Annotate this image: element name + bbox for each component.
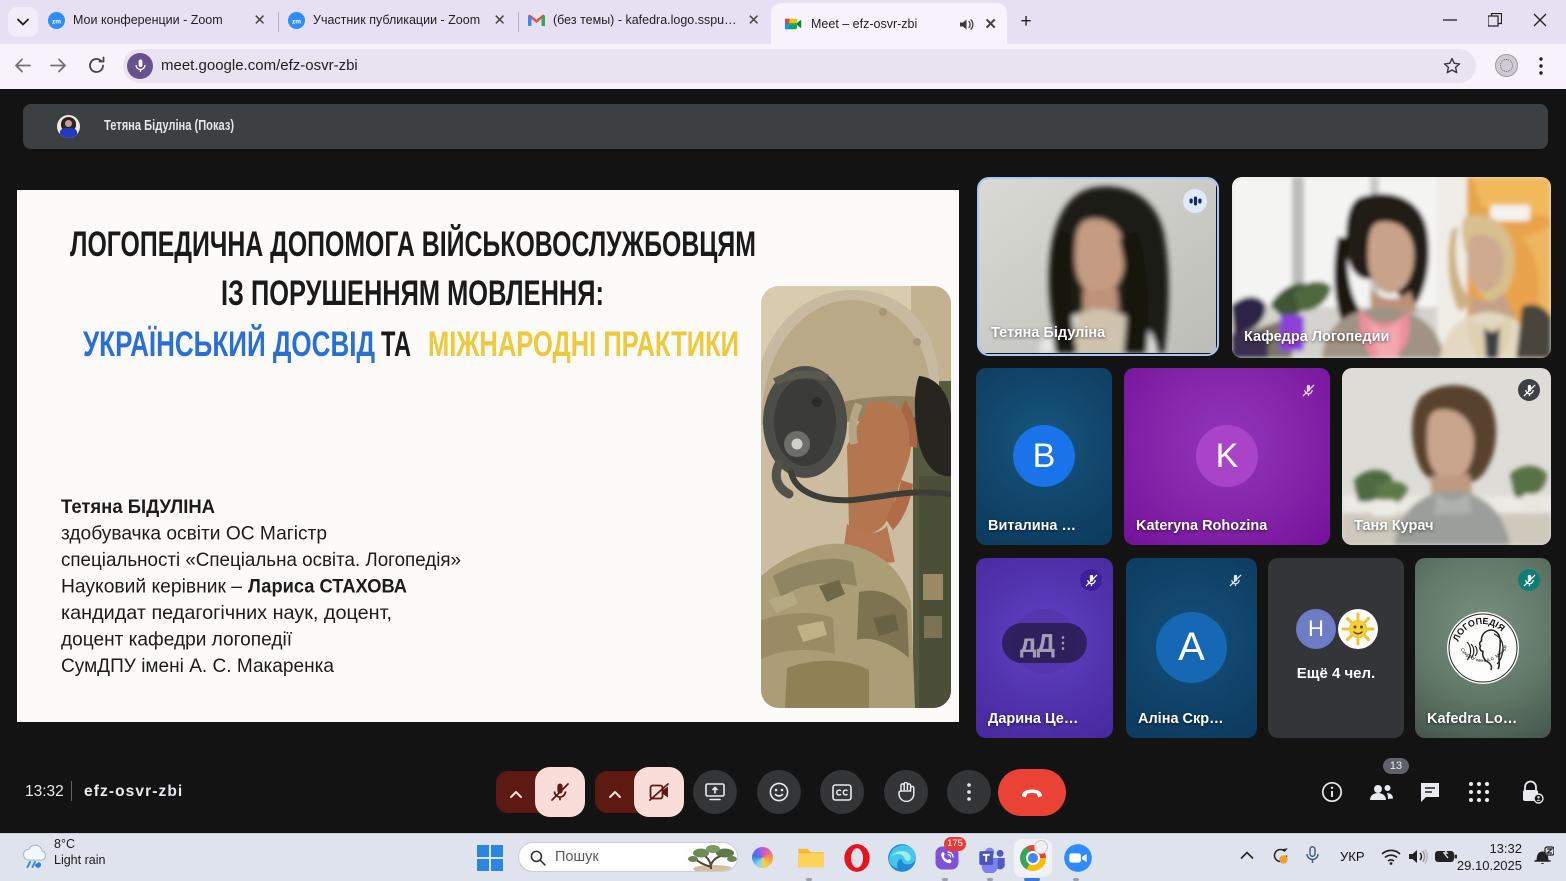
svg-text:УКРАЇНСЬКИЙ ДОСВІД: УКРАЇНСЬКИЙ ДОСВІД xyxy=(83,324,375,364)
svg-text:МІЖНАРОДНІ ПРАКТИКИ: МІЖНАРОДНІ ПРАКТИКИ xyxy=(428,325,739,364)
svg-text:zm: zm xyxy=(52,18,61,25)
svg-text:ІЗ ПОРУШЕННЯМ МОВЛЕННЯ:: ІЗ ПОРУШЕННЯМ МОВЛЕННЯ: xyxy=(221,274,604,313)
svg-text:Тетяна БІДУЛІНА: Тетяна БІДУЛІНА xyxy=(61,496,215,518)
svg-text:здобувачка освіти ОС Магістр: здобувачка освіти ОС Магістр xyxy=(61,523,327,545)
svg-text:Науковий керівник –: Науковий керівник – xyxy=(61,576,242,598)
svg-text:zm: zm xyxy=(292,18,301,25)
svg-text:СумДПУ імені А. С. Макаренка: СумДПУ імені А. С. Макаренка xyxy=(61,655,334,677)
svg-text:кандидат педагогічних наук, до: кандидат педагогічних наук, доцент, xyxy=(61,602,392,624)
svg-text:ЛОГОПЕДИЧНА ДОПОМОГА ВІЙСЬКОВО: ЛОГОПЕДИЧНА ДОПОМОГА ВІЙСЬКОВОСЛУЖБОВЦЯМ xyxy=(70,224,756,264)
svg-text:ТА: ТА xyxy=(381,325,411,364)
svg-text:спеціальності «Спеціальна осві: спеціальності «Спеціальна освіта. Логопе… xyxy=(61,549,461,571)
svg-text:ЛОГОПЕДІЯ: ЛОГОПЕДІЯ xyxy=(1451,616,1507,643)
svg-text:доцент кафедри логопедії: доцент кафедри логопедії xyxy=(61,629,293,651)
svg-text:Лариса СТАХОВА: Лариса СТАХОВА xyxy=(248,576,407,598)
